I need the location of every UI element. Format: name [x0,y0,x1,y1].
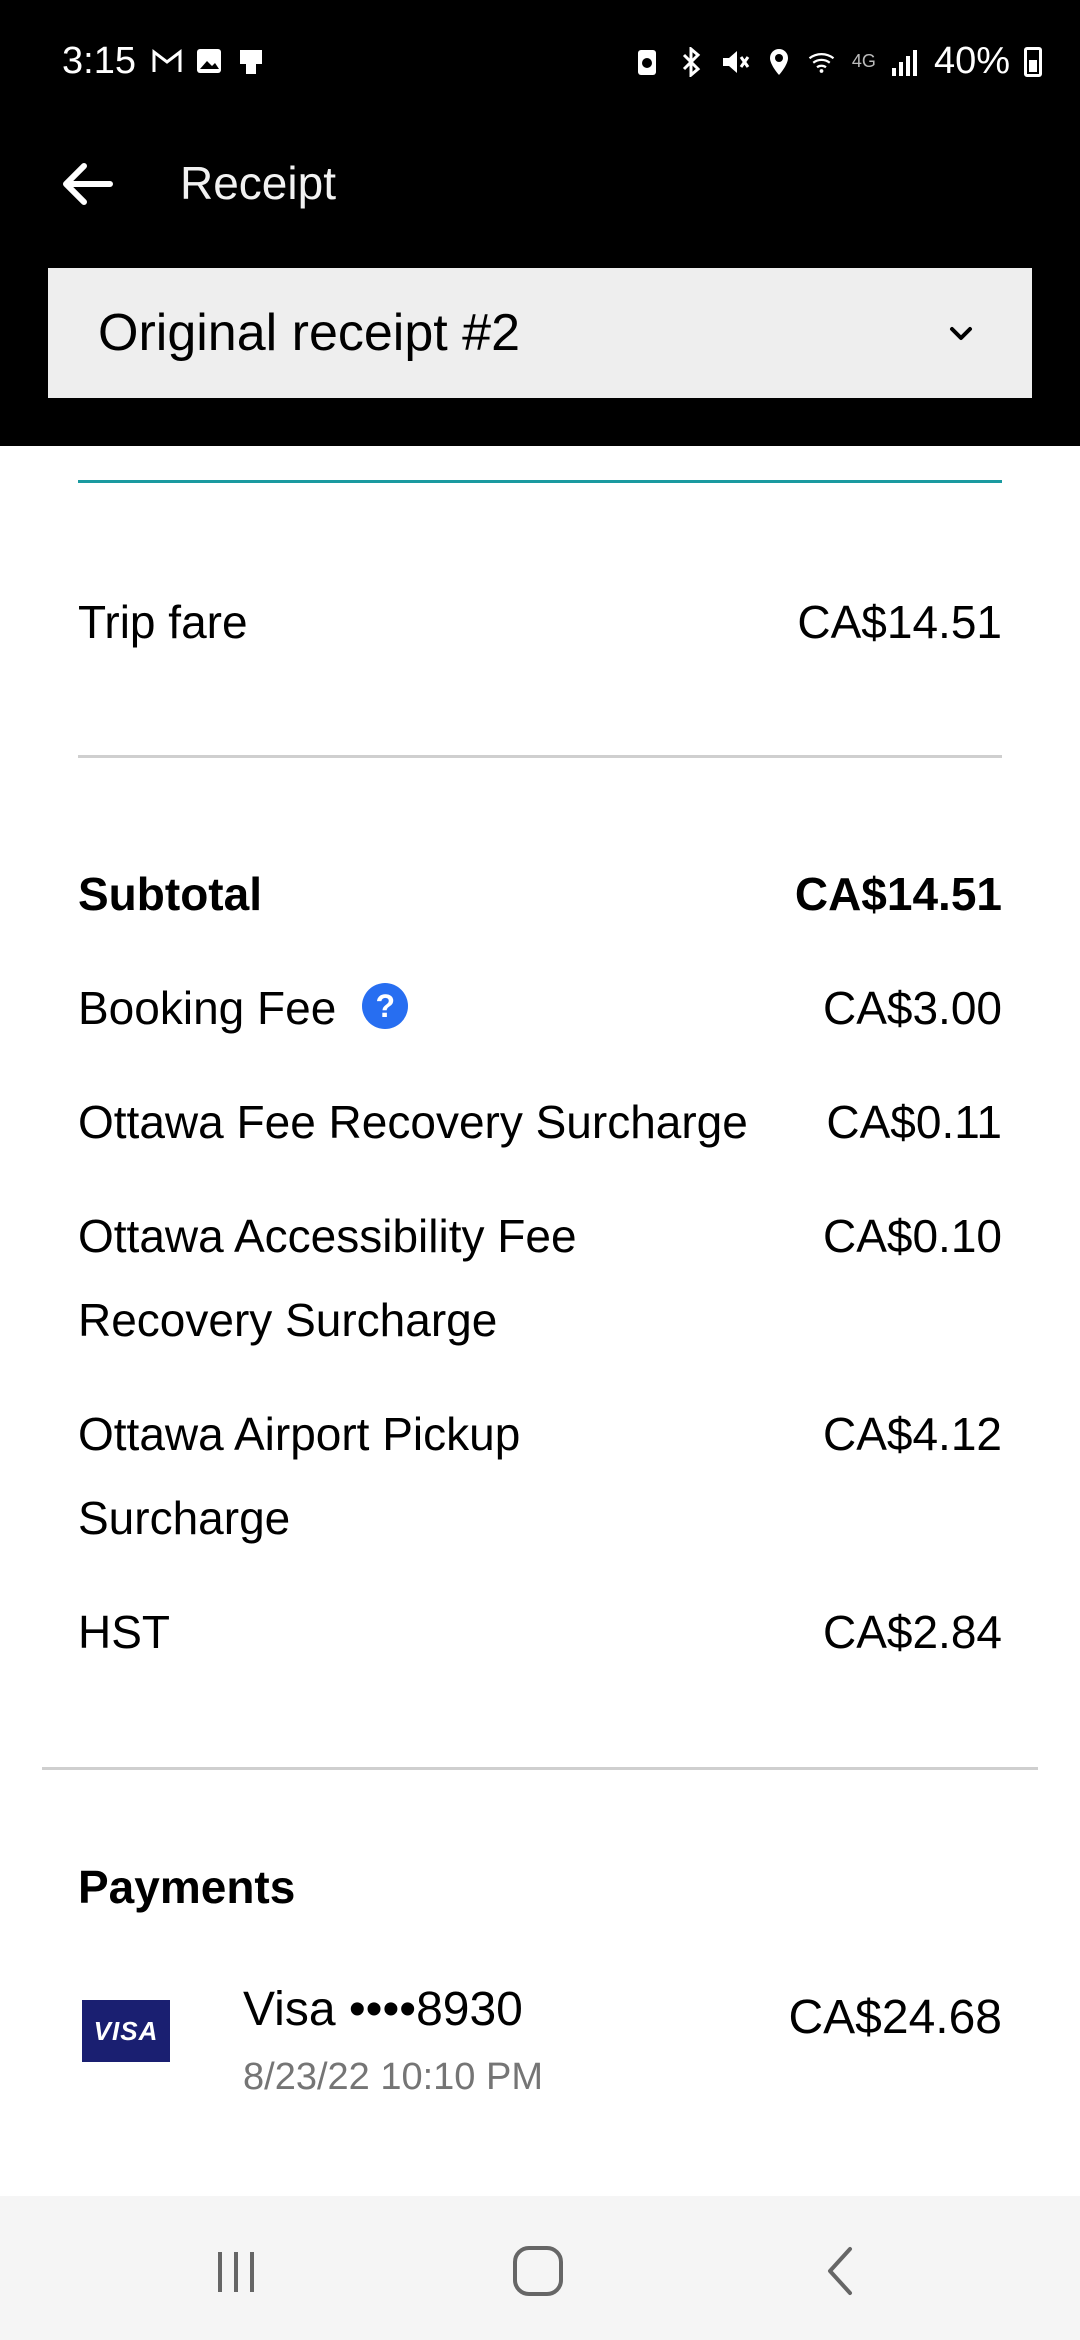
receipt-dropdown[interactable]: Original receipt #2 [48,268,1032,398]
divider [42,1767,1038,1770]
fee-recovery-row: Ottawa Fee Recovery Surcharge CA$0.11 [78,1080,1002,1164]
battery-saver-icon [632,47,662,77]
hst-label: HST [78,1606,170,1658]
signal-icon [890,47,920,77]
trip-fare-row: Trip fare CA$14.51 [78,580,1002,664]
booking-fee-amount: CA$3.00 [822,982,1002,1034]
airport-amount: CA$4.12 [822,1408,1002,1460]
chevron-left-icon [828,2247,852,2295]
system-nav-bar [0,2196,1080,2340]
bluetooth-icon [676,46,706,77]
status-bar: 3:15 4G 40% [0,0,1080,126]
divider [78,755,1002,758]
fee-recovery-amount: CA$0.11 [826,1096,1002,1148]
subtotal-row: Subtotal CA$14.51 [78,852,1002,936]
gmail-icon [152,46,182,76]
airport-label-line2: Surcharge [78,1492,291,1544]
visa-logo: VISA [82,2000,170,2062]
network-4g-icon: 4G [851,51,876,71]
payment-date: 8/23/22 10:10 PM [243,2056,543,2098]
app-bar: Receipt [0,126,1080,242]
airport-row: Ottawa Airport Pickup Surcharge CA$4.12 [78,1392,1002,1560]
accessibility-row: Ottawa Accessibility Fee Recovery Surcha… [78,1194,1002,1362]
nav-back-button[interactable] [800,2236,880,2306]
location-icon [764,47,794,77]
status-right-icons: 4G 40% [632,40,1042,83]
battery-icon [1024,46,1042,77]
hst-row: HST CA$2.84 [78,1590,1002,1674]
subtotal-label: Subtotal [78,868,262,920]
booking-fee-label: Booking Fee [78,982,337,1034]
status-time: 3:15 [62,40,136,82]
page-title: Receipt [180,157,336,209]
wifi-icon [808,47,838,77]
header-area: 3:15 4G 40% Receipt Original receipt #2 [0,0,1080,446]
hst-amount: CA$2.84 [822,1606,1002,1658]
accessibility-label-line1: Ottawa Accessibility Fee [78,1210,577,1262]
accessibility-amount: CA$0.10 [822,1210,1002,1262]
recent-apps-icon [218,2252,254,2292]
card-name: Visa ••••8930 [243,1983,523,2036]
chevron-down-icon [950,327,972,340]
trip-fare-label: Trip fare [78,596,248,648]
trip-fare-amount: CA$14.51 [797,596,1002,648]
accessibility-label-line2: Recovery Surcharge [78,1294,498,1346]
payment-amount: CA$24.68 [788,1991,1003,2044]
back-button[interactable] [50,148,122,220]
recent-apps-button[interactable] [196,2236,276,2306]
subtotal-amount: CA$14.51 [794,868,1002,920]
help-icon[interactable]: ? [362,982,409,1029]
booking-fee-row: Booking Fee? CA$3.00 [78,966,1002,1050]
home-button[interactable] [498,2236,578,2306]
mute-icon [720,47,750,77]
arrow-left-icon [63,163,113,205]
receipt-dropdown-value: Original receipt #2 [98,304,520,362]
gallery-icon [194,46,224,76]
home-icon [513,2246,563,2296]
airport-label-line1: Ottawa Airport Pickup [78,1408,521,1460]
accent-divider [78,480,1002,483]
fee-recovery-label: Ottawa Fee Recovery Surcharge [78,1096,748,1148]
battery-percent: 40% [933,40,1010,82]
payments-title: Payments [78,1861,296,1913]
device-icon [236,46,266,76]
notification-icons [152,46,266,76]
